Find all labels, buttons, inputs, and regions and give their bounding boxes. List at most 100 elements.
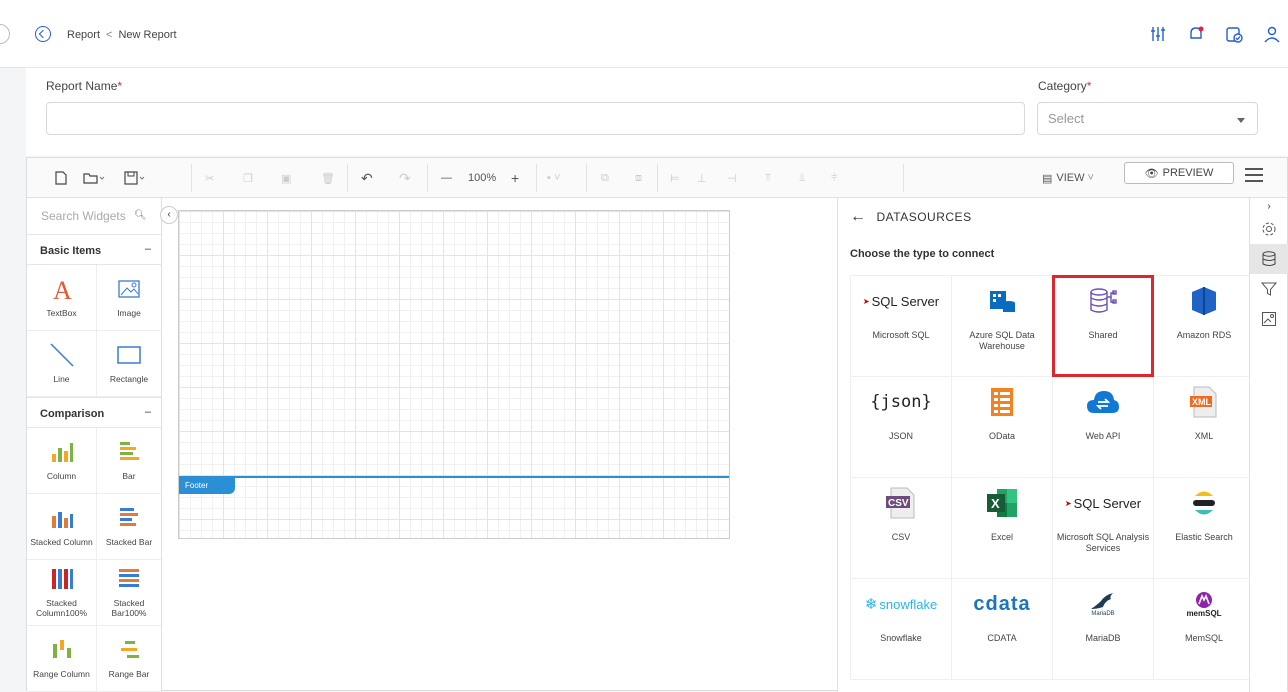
- datasource-elastic-search[interactable]: Elastic Search: [1153, 477, 1249, 579]
- back-arrow-icon[interactable]: [35, 26, 51, 42]
- toolbar-divider: [657, 164, 658, 192]
- range-bar-icon: [117, 638, 141, 662]
- preview-label: PREVIEW: [1162, 167, 1214, 179]
- undo-icon[interactable]: ↶: [361, 170, 373, 186]
- notification-bell-icon[interactable]: [1186, 24, 1206, 44]
- logo-text: SQL Server: [871, 293, 940, 309]
- zoom-out-button[interactable]: —: [441, 170, 452, 186]
- logo-text: cdata: [973, 592, 1031, 615]
- format-dropdown-icon[interactable]: ▪ ˅: [547, 170, 560, 186]
- datasource-cdata[interactable]: cdata CDATA: [951, 578, 1053, 680]
- open-folder-icon[interactable]: [83, 170, 105, 186]
- align-center-icon[interactable]: ⊥: [697, 170, 707, 186]
- report-name-label: Report Name*: [46, 79, 122, 93]
- report-form: Report Name* Category* Select: [26, 68, 1288, 156]
- task-check-icon[interactable]: [1224, 24, 1244, 44]
- preview-button[interactable]: 👁 PREVIEW: [1124, 162, 1234, 184]
- widget-stacked-bar100[interactable]: Stacked Bar100%: [97, 560, 161, 626]
- image-parameter-icon[interactable]: [1250, 304, 1288, 334]
- filter-icon[interactable]: [1250, 274, 1288, 304]
- align-top-icon[interactable]: ⫪: [765, 170, 771, 186]
- align-bottom-icon[interactable]: ⫩: [831, 170, 837, 186]
- widget-label: Stacked Column100%: [35, 598, 88, 618]
- widget-bar[interactable]: Bar: [97, 428, 161, 494]
- shared-database-icon: [1058, 284, 1148, 318]
- datasource-shared[interactable]: Shared: [1052, 275, 1154, 377]
- datasource-ms-sql-analysis[interactable]: ➤ SQL Server Microsoft SQL Analysis Servi…: [1052, 477, 1154, 579]
- zoom-level[interactable]: 100%: [468, 170, 496, 186]
- datasource-label: Web API: [1085, 431, 1121, 441]
- datasource-azure-sql-dw[interactable]: Azure SQL Data Warehouse: [951, 275, 1053, 377]
- logo-text: SQL Server: [1073, 495, 1142, 511]
- widget-stacked-column[interactable]: Stacked Column: [27, 494, 97, 560]
- widget-label: Range Column: [33, 669, 90, 679]
- new-file-icon[interactable]: [55, 170, 67, 186]
- zoom-in-button[interactable]: +: [511, 170, 519, 186]
- footer-divider[interactable]: [179, 476, 729, 478]
- datasource-csv[interactable]: CSV CSV: [850, 477, 952, 579]
- widget-stacked-bar[interactable]: Stacked Bar: [97, 494, 161, 560]
- group-comparison[interactable]: Comparison –: [27, 397, 161, 428]
- collapse-icon[interactable]: –: [145, 243, 151, 255]
- user-icon[interactable]: [1262, 24, 1282, 44]
- snowflake-icon: ❄: [864, 595, 878, 613]
- datasource-label: Azure SQL Data Warehouse: [969, 330, 1035, 351]
- datasource-excel[interactable]: X Excel: [951, 477, 1053, 579]
- breadcrumb-root[interactable]: Report: [67, 29, 100, 41]
- delete-icon[interactable]: 🗑: [321, 170, 335, 186]
- footer-label[interactable]: Footer: [179, 478, 235, 494]
- csv-file-icon: CSV: [856, 486, 946, 520]
- design-canvas[interactable]: Footer: [178, 210, 730, 539]
- datasources-title: DATASOURCES: [876, 210, 972, 224]
- expand-panel-icon[interactable]: ›: [1250, 198, 1288, 214]
- widget-textbox[interactable]: A TextBox: [27, 265, 97, 331]
- logo-text: CSV: [888, 498, 909, 509]
- datasource-snowflake[interactable]: ❄ snowflake Snowflake: [850, 578, 952, 680]
- search-icon: 🔍︎: [134, 210, 147, 221]
- database-icon[interactable]: [1250, 244, 1288, 274]
- collapse-icon[interactable]: –: [145, 406, 151, 418]
- datasource-json[interactable]: {json} JSON: [850, 376, 952, 478]
- hamburger-menu-icon[interactable]: [1245, 168, 1263, 186]
- datasource-microsoft-sql[interactable]: ➤ SQL Server Microsoft SQL: [850, 275, 952, 377]
- logo-text: X: [991, 496, 1000, 511]
- datasource-amazon-rds[interactable]: Amazon RDS: [1153, 275, 1249, 377]
- widget-label: Stacked Column: [30, 537, 93, 547]
- report-name-input[interactable]: [46, 102, 1025, 135]
- copy-icon[interactable]: ❐: [243, 170, 253, 186]
- datasource-odata[interactable]: OData: [951, 376, 1053, 478]
- datasource-label: MemSQL: [1184, 633, 1223, 643]
- datasource-mariadb[interactable]: MariaDB MariaDB: [1052, 578, 1154, 680]
- back-arrow-icon[interactable]: ←: [850, 208, 867, 226]
- widget-rectangle[interactable]: Rectangle: [97, 331, 161, 397]
- align-left-icon[interactable]: ⊨: [670, 170, 680, 186]
- widget-column[interactable]: Column: [27, 428, 97, 494]
- bar-chart-icon: [117, 440, 141, 464]
- bring-front-icon[interactable]: ⧉: [601, 170, 609, 186]
- datasource-xml[interactable]: XML XML: [1153, 376, 1249, 478]
- collapse-panel-button[interactable]: ‹: [160, 206, 178, 224]
- datasources-panel: ← DATASOURCES Choose the type to connect…: [837, 198, 1249, 692]
- group-basic-items[interactable]: Basic Items –: [27, 234, 161, 265]
- widget-range-column[interactable]: Range Column: [27, 626, 97, 692]
- datasource-memsql[interactable]: memSQL MemSQL: [1153, 578, 1249, 680]
- widget-stacked-column100[interactable]: Stacked Column100%: [27, 560, 97, 626]
- widget-line[interactable]: Line: [27, 331, 97, 397]
- align-right-icon[interactable]: ⊣: [727, 170, 737, 186]
- view-menu[interactable]: ▤ VIEW ˅: [1042, 170, 1094, 186]
- datasource-web-api[interactable]: Web API: [1052, 376, 1154, 478]
- paste-icon[interactable]: ▣: [281, 170, 291, 186]
- cut-icon[interactable]: ✂: [205, 170, 214, 186]
- widget-search-input[interactable]: Search Widgets 🔍︎: [27, 198, 161, 234]
- image-icon: [117, 277, 141, 301]
- save-icon[interactable]: [124, 170, 146, 186]
- sidebar-toggle-button[interactable]: [0, 24, 10, 44]
- category-select[interactable]: Select: [1037, 102, 1258, 135]
- widget-range-bar[interactable]: Range Bar: [97, 626, 161, 692]
- gear-icon[interactable]: [1250, 214, 1288, 244]
- align-middle-icon[interactable]: ⫫: [799, 170, 805, 186]
- settings-sliders-icon[interactable]: [1148, 24, 1168, 44]
- widget-image[interactable]: Image: [97, 265, 161, 331]
- send-back-icon[interactable]: ⧈: [635, 170, 642, 186]
- redo-icon[interactable]: ↷: [399, 170, 411, 186]
